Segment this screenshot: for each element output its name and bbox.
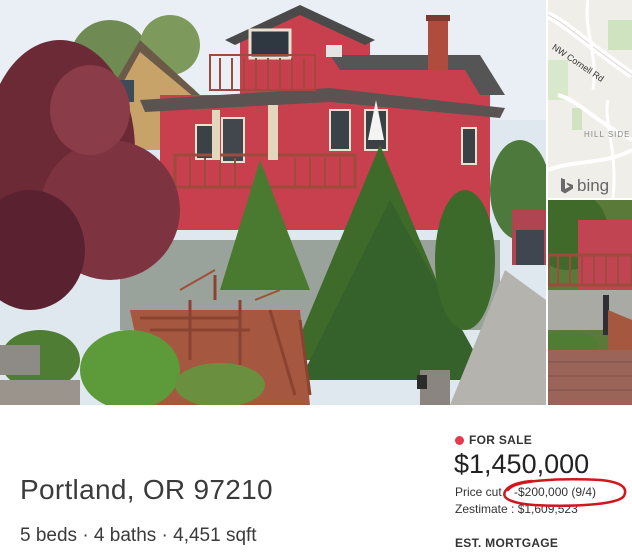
listing-address: Portland, OR 97210 bbox=[20, 474, 273, 505]
listing-facts: 5 beds · 4 baths · 4,451 sqft bbox=[20, 525, 257, 546]
main-listing-photo[interactable] bbox=[0, 0, 546, 405]
map-area-label: HILL SIDE bbox=[584, 130, 631, 139]
map-thumbnail[interactable]: NW Cornell Rd HILL SIDE bing bbox=[548, 0, 632, 198]
listing-status: FOR SALE bbox=[455, 433, 532, 447]
price-cut-label: Price cut bbox=[455, 485, 502, 499]
bing-logo: bing bbox=[560, 176, 609, 196]
annotation-circle bbox=[503, 478, 627, 507]
est-mortgage-label[interactable]: EST. MORTGAGE bbox=[455, 536, 558, 550]
photo-gallery: NW Cornell Rd HILL SIDE bing bbox=[0, 0, 632, 405]
photo-thumbnail[interactable] bbox=[548, 200, 632, 405]
map-provider-label: bing bbox=[577, 176, 610, 195]
bing-icon bbox=[561, 178, 573, 194]
status-label: FOR SALE bbox=[469, 433, 533, 447]
status-dot-icon bbox=[455, 435, 464, 445]
